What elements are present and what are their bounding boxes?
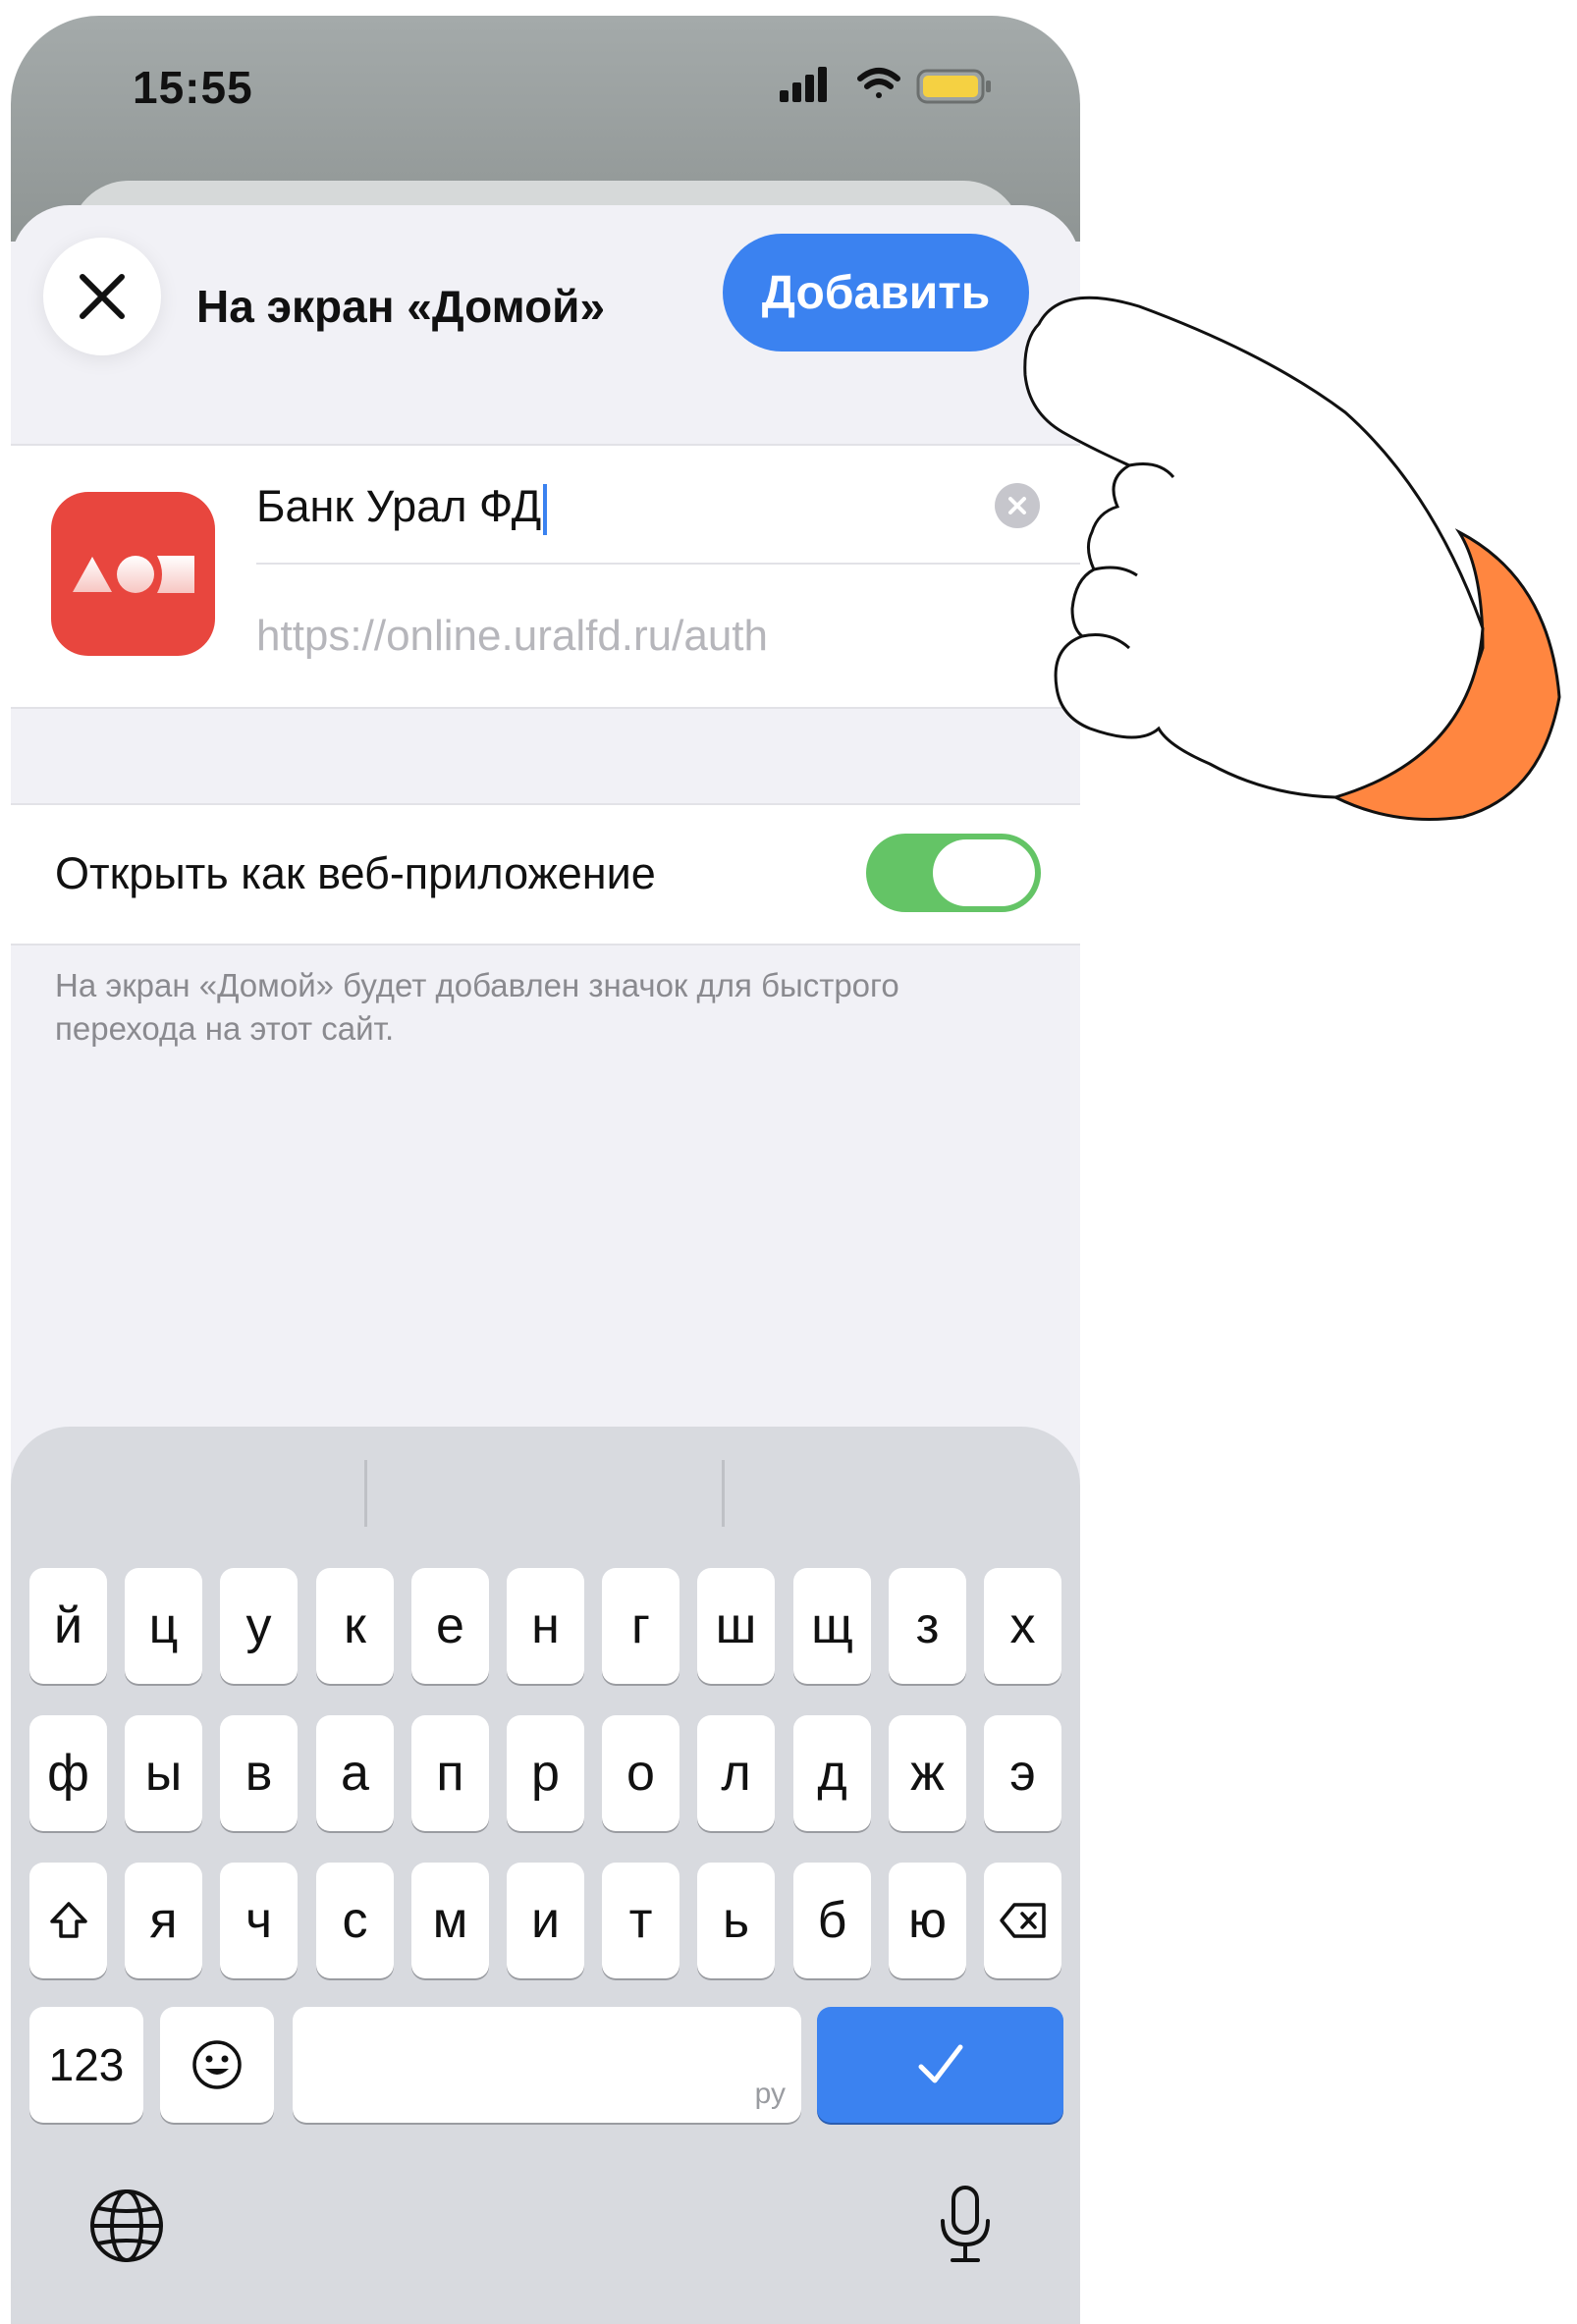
hint-text: На экран «Домой» будет добавлен значок д… xyxy=(55,967,899,1047)
web-app-label: Открыть как веб-приложение xyxy=(55,848,656,898)
key-д[interactable]: д xyxy=(793,1715,871,1831)
key-т[interactable]: т xyxy=(602,1863,680,1978)
key-н[interactable]: н xyxy=(507,1568,584,1684)
key-р[interactable]: р xyxy=(507,1715,584,1831)
pointing-hand-illustration xyxy=(1023,296,1561,821)
key-и[interactable]: и xyxy=(507,1863,584,1978)
key-б[interactable]: б xyxy=(793,1863,871,1978)
space-key[interactable]: ру xyxy=(293,2007,801,2123)
key-п[interactable]: п xyxy=(411,1715,489,1831)
key-э[interactable]: э xyxy=(984,1715,1061,1831)
key-ь[interactable]: ь xyxy=(697,1863,775,1978)
globe-icon[interactable] xyxy=(82,2182,171,2270)
toggle-knob xyxy=(933,839,1035,906)
text-cursor xyxy=(543,484,548,536)
suggestion-divider xyxy=(364,1460,367,1527)
status-time: 15:55 xyxy=(133,62,253,113)
key-с[interactable]: с xyxy=(316,1863,394,1978)
key-к[interactable]: к xyxy=(316,1568,394,1684)
key-в[interactable]: в xyxy=(220,1715,298,1831)
signal-icon xyxy=(780,67,827,102)
numbers-key[interactable]: 123 xyxy=(29,2007,143,2123)
backspace-key[interactable] xyxy=(984,1863,1061,1978)
emoji-key[interactable] xyxy=(160,2007,274,2123)
app-icon xyxy=(51,492,215,656)
shift-icon xyxy=(49,1902,87,1938)
key-ф[interactable]: ф xyxy=(29,1715,107,1831)
shift-key[interactable] xyxy=(29,1863,107,1978)
microphone-icon[interactable] xyxy=(921,2182,1009,2270)
key-ц[interactable]: ц xyxy=(125,1568,202,1684)
key-я[interactable]: я xyxy=(125,1863,202,1978)
add-button[interactable]: Добавить xyxy=(723,234,1029,351)
key-ш[interactable]: ш xyxy=(697,1568,775,1684)
field-divider xyxy=(256,563,1080,565)
close-button[interactable] xyxy=(43,238,161,355)
sheet-title: На экран «Домой» xyxy=(196,281,606,332)
key-г[interactable]: г xyxy=(602,1568,680,1684)
status-icons xyxy=(780,67,991,104)
backspace-icon xyxy=(999,1903,1046,1938)
space-lang-label: ру xyxy=(754,2078,786,2110)
wifi-icon xyxy=(857,68,900,98)
name-input[interactable]: Банк Урал ФД xyxy=(256,481,548,536)
key-щ[interactable]: щ xyxy=(793,1568,871,1684)
checkmark-icon xyxy=(918,2044,962,2083)
done-key[interactable] xyxy=(817,2007,1063,2123)
name-input-text: Банк Урал ФД xyxy=(256,481,542,531)
suggestion-divider xyxy=(722,1460,725,1527)
key-ж[interactable]: ж xyxy=(889,1715,966,1831)
key-о[interactable]: о xyxy=(602,1715,680,1831)
emoji-icon xyxy=(192,2040,242,2089)
key-ч[interactable]: ч xyxy=(220,1863,298,1978)
key-е[interactable]: е xyxy=(411,1568,489,1684)
key-ы[interactable]: ы xyxy=(125,1715,202,1831)
web-app-toggle[interactable] xyxy=(866,834,1041,912)
key-а[interactable]: а xyxy=(316,1715,394,1831)
url-field: https://online.uralfd.ru/auth xyxy=(256,612,768,660)
key-з[interactable]: з xyxy=(889,1568,966,1684)
key-х[interactable]: х xyxy=(984,1568,1061,1684)
key-л[interactable]: л xyxy=(697,1715,775,1831)
bank-logo-icon xyxy=(73,556,194,593)
battery-icon xyxy=(916,69,991,104)
close-icon xyxy=(80,274,125,319)
key-й[interactable]: й xyxy=(29,1568,107,1684)
key-м[interactable]: м xyxy=(411,1863,489,1978)
key-ю[interactable]: ю xyxy=(889,1863,966,1978)
key-у[interactable]: у xyxy=(220,1568,298,1684)
